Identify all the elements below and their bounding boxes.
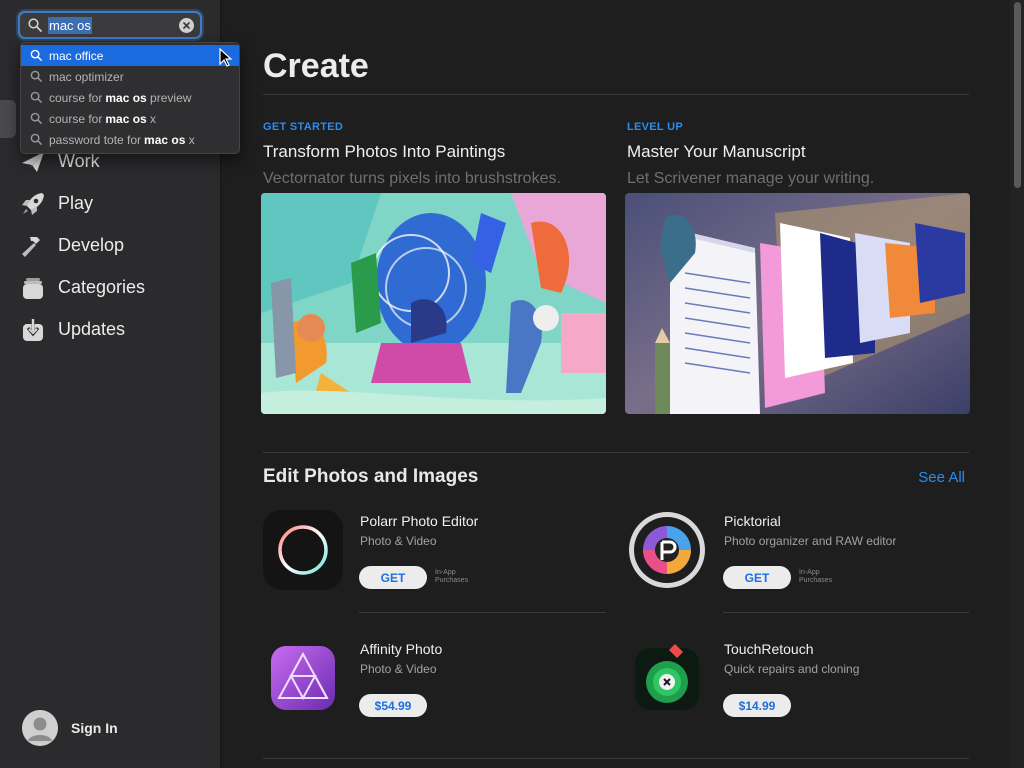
suggestion-item[interactable]: course for mac os preview bbox=[21, 87, 239, 108]
app-category: Quick repairs and cloning bbox=[724, 662, 860, 676]
app-name: TouchRetouch bbox=[724, 641, 814, 657]
suggestion-suffix: x bbox=[146, 111, 157, 126]
divider bbox=[263, 758, 969, 759]
search-input[interactable]: mac os bbox=[48, 17, 92, 34]
divider bbox=[263, 452, 969, 453]
suggestion-suffix: x bbox=[185, 132, 195, 147]
sidebar-item-develop[interactable]: Develop bbox=[0, 225, 220, 265]
search-icon bbox=[30, 112, 43, 125]
app-name: Affinity Photo bbox=[360, 641, 443, 657]
story-headline: Master Your Manuscript bbox=[627, 142, 806, 161]
hammer-icon bbox=[22, 237, 40, 257]
stack-icon bbox=[23, 278, 43, 299]
suggestion-text: course for bbox=[49, 90, 103, 105]
suggestion-text: course for bbox=[49, 111, 103, 126]
suggestion-text: password tote for bbox=[49, 132, 142, 147]
search-field[interactable]: mac os bbox=[18, 11, 202, 39]
story-headline: Transform Photos Into Paintings bbox=[263, 142, 506, 161]
story-subtitle: Vectornator turns pixels into brushstrok… bbox=[263, 170, 561, 187]
story-artwork-painting[interactable] bbox=[261, 193, 606, 414]
download-icon bbox=[23, 319, 43, 341]
suggestion-match: mac os bbox=[105, 111, 147, 126]
suggestion-item[interactable]: password tote for mac os x bbox=[21, 129, 239, 150]
search-icon bbox=[30, 91, 43, 104]
suggestion-text: mac office bbox=[49, 48, 104, 63]
sidebar-item-label: Updates bbox=[58, 319, 126, 339]
suggestion-item[interactable]: mac optimizer bbox=[21, 66, 239, 87]
suggestion-text: mac optimizer bbox=[49, 69, 124, 84]
story-subtitle: Let Scrivener manage your writing. bbox=[627, 170, 875, 187]
search-suggestions: mac office mac optimizer course for mac … bbox=[20, 42, 240, 154]
story-artwork-manuscript[interactable] bbox=[625, 193, 970, 414]
affinity-photo-app-icon[interactable] bbox=[263, 638, 343, 718]
story-card-scrivener[interactable]: LEVEL UP Master Your Manuscript Let Scri… bbox=[625, 121, 971, 414]
story-eyebrow: GET STARTED bbox=[263, 121, 344, 133]
app-category: Photo & Video bbox=[360, 662, 437, 676]
scrollbar-thumb[interactable] bbox=[1014, 2, 1021, 188]
sidebar-item-label: Work bbox=[58, 151, 100, 171]
app-category: Photo & Video bbox=[360, 534, 437, 548]
selected-nav-indicator bbox=[0, 100, 16, 138]
story-card-vectornator[interactable]: GET STARTED Transform Photos Into Painti… bbox=[261, 121, 607, 414]
page-title: Create bbox=[263, 47, 369, 85]
sidebar-item-label: Categories bbox=[58, 277, 146, 297]
suggestion-match: mac os bbox=[105, 90, 147, 105]
suggestion-match: mac os bbox=[144, 132, 186, 147]
search-icon bbox=[28, 18, 42, 32]
search-icon bbox=[30, 49, 43, 62]
app-row-affinity-photo[interactable]: Affinity Photo Photo & Video $54.99 bbox=[263, 638, 608, 738]
divider bbox=[359, 612, 606, 613]
divider bbox=[263, 94, 969, 95]
app-row-touchretouch[interactable]: TouchRetouch Quick repairs and cloning $… bbox=[627, 638, 972, 738]
sidebar-item-label: Play bbox=[58, 193, 94, 213]
app-category: Photo organizer and RAW editor bbox=[724, 534, 897, 548]
story-eyebrow: LEVEL UP bbox=[627, 121, 683, 133]
sidebar-item-play[interactable]: Play bbox=[0, 183, 220, 223]
see-all-link[interactable]: See All bbox=[918, 469, 965, 486]
search-icon bbox=[30, 70, 43, 83]
sign-in-button[interactable]: Sign In bbox=[22, 710, 118, 746]
avatar-icon bbox=[22, 710, 58, 746]
in-app-purchases-note: In-App Purchases bbox=[435, 569, 469, 584]
suggestion-item[interactable]: course for mac os x bbox=[21, 108, 239, 129]
mouse-cursor-icon bbox=[219, 48, 233, 67]
vertical-scrollbar[interactable] bbox=[1010, 0, 1024, 768]
clear-search-icon[interactable] bbox=[179, 18, 194, 33]
touchretouch-app-icon[interactable] bbox=[627, 638, 707, 718]
picktorial-app-icon[interactable] bbox=[627, 510, 707, 590]
get-button[interactable]: GET bbox=[723, 566, 791, 589]
app-name: Picktorial bbox=[724, 513, 781, 529]
sidebar-item-label: Develop bbox=[58, 235, 125, 255]
app-row-polarr[interactable]: Polarr Photo Editor Photo & Video GET In… bbox=[263, 510, 608, 610]
price-button[interactable]: $14.99 bbox=[723, 694, 791, 717]
app-name: Polarr Photo Editor bbox=[360, 513, 479, 529]
suggestion-item[interactable]: mac office bbox=[21, 45, 239, 66]
main-content: Create GET STARTED Transform Photos Into… bbox=[221, 0, 1010, 768]
section-title: Edit Photos and Images bbox=[263, 466, 479, 487]
sidebar-item-categories[interactable]: Categories bbox=[0, 267, 220, 307]
divider bbox=[723, 612, 969, 613]
in-app-purchases-note: In-App Purchases bbox=[799, 569, 833, 584]
get-button[interactable]: GET bbox=[359, 566, 427, 589]
search-icon bbox=[30, 133, 43, 146]
polarr-app-icon[interactable] bbox=[263, 510, 343, 590]
rocket-icon bbox=[22, 193, 44, 215]
app-row-picktorial[interactable]: Picktorial Photo organizer and RAW edito… bbox=[627, 510, 972, 610]
sidebar-item-updates[interactable]: Updates bbox=[0, 309, 220, 349]
sign-in-label: Sign In bbox=[71, 720, 118, 736]
suggestion-suffix: preview bbox=[146, 90, 192, 105]
price-button[interactable]: $54.99 bbox=[359, 694, 427, 717]
